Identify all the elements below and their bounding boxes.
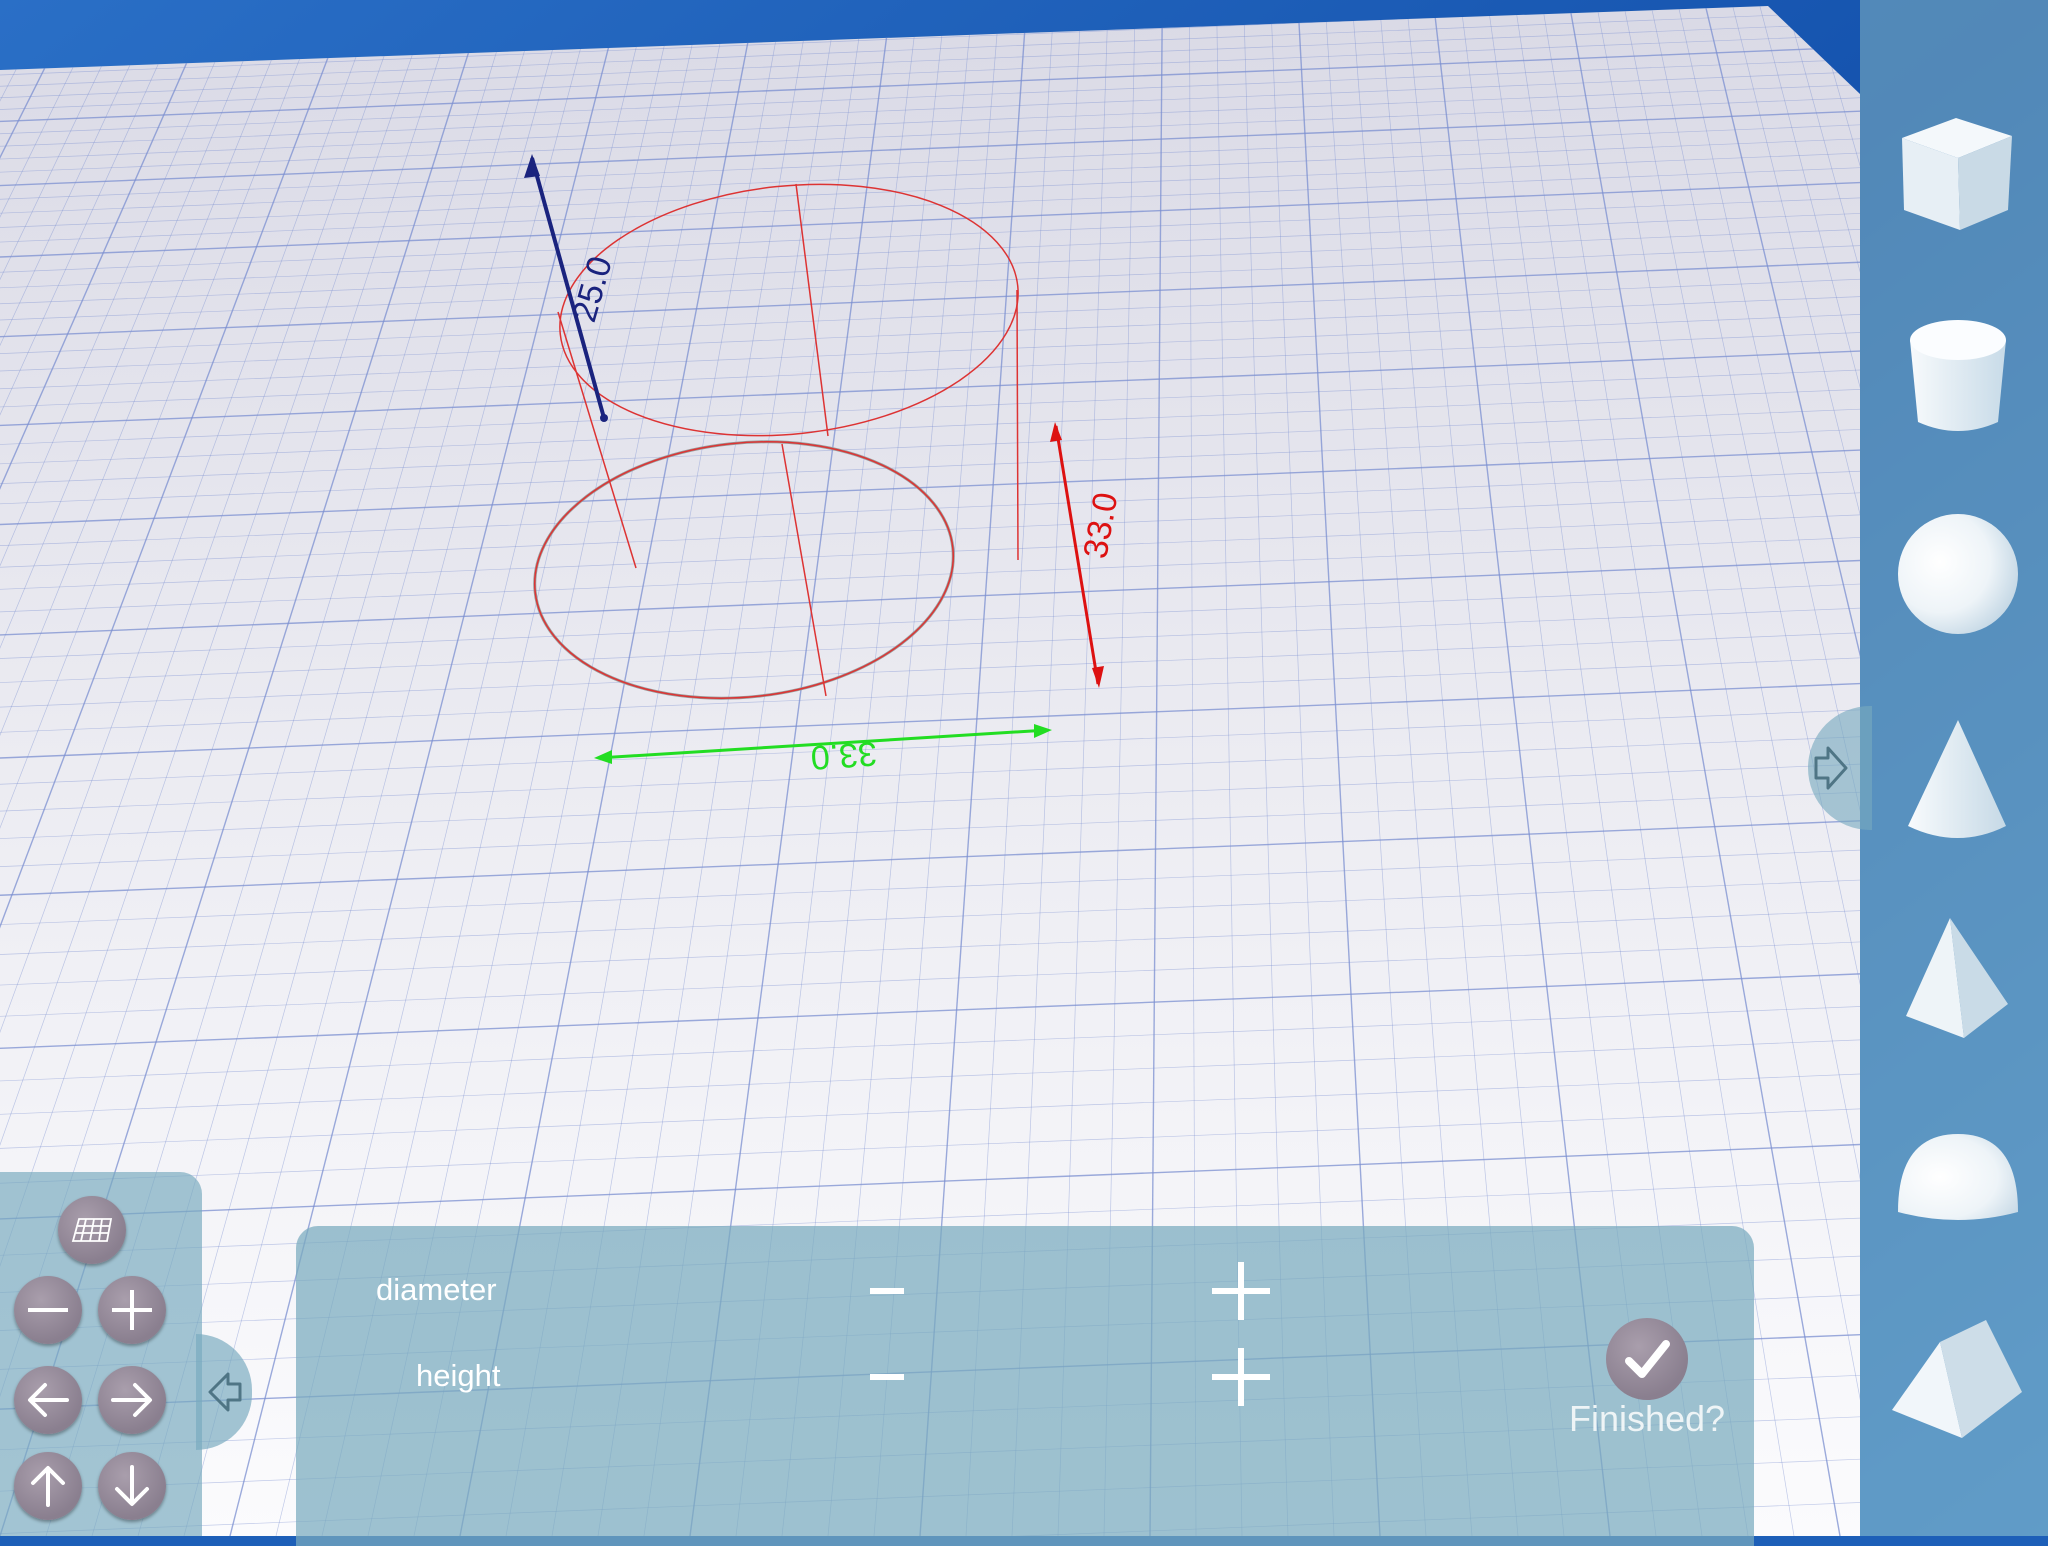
plus-icon — [112, 1290, 152, 1330]
arrow-left-icon — [28, 1383, 69, 1417]
navigation-panel-toggle[interactable] — [196, 1334, 252, 1450]
arrow-up-icon — [31, 1466, 65, 1507]
cylinder-right-side — [1016, 289, 1019, 561]
plus-icon — [1212, 1348, 1270, 1406]
prism-icon — [1892, 1320, 2022, 1438]
zoom-out-button[interactable] — [14, 1276, 82, 1344]
grid-icon — [71, 1218, 113, 1242]
cube-shape-button[interactable] — [1888, 98, 2028, 238]
checkmark-icon — [1625, 1340, 1670, 1378]
shape-palette-toggle[interactable] — [1808, 706, 1872, 830]
grid-toggle-button[interactable] — [58, 1196, 126, 1264]
zoom-in-button[interactable] — [98, 1276, 166, 1344]
arrow-right-icon — [1814, 746, 1848, 790]
pan-left-button[interactable] — [14, 1366, 82, 1434]
hemisphere-icon — [1898, 1134, 2018, 1220]
cylinder-icon — [1910, 320, 2006, 431]
sphere-shape-button[interactable] — [1888, 504, 2028, 644]
minus-icon — [870, 1374, 904, 1380]
plus-icon — [1212, 1262, 1270, 1320]
sphere-icon — [1898, 514, 2018, 634]
width-dimension-label: 33.0 — [809, 734, 878, 777]
height-increase-button[interactable] — [1196, 1332, 1286, 1422]
arrow-right-icon — [111, 1383, 152, 1417]
height-label: height — [416, 1358, 501, 1393]
diameter-decrease-button[interactable] — [842, 1246, 932, 1336]
hemisphere-shape-button[interactable] — [1888, 1120, 2028, 1260]
pan-right-button[interactable] — [98, 1366, 166, 1434]
pan-down-button[interactable] — [98, 1452, 166, 1520]
prism-shape-button[interactable] — [1888, 1314, 2028, 1454]
cone-shape-button[interactable] — [1888, 714, 2028, 854]
pan-up-button[interactable] — [14, 1452, 82, 1520]
diameter-label: diameter — [376, 1272, 497, 1307]
arrow-left-icon — [208, 1372, 242, 1412]
arrow-down-icon — [115, 1465, 149, 1506]
pyramid-shape-button[interactable] — [1888, 914, 2028, 1054]
cylinder-shape-button[interactable] — [1888, 298, 2028, 438]
finished-button[interactable] — [1606, 1318, 1688, 1400]
shape-parameters-panel: diameter height — [296, 1226, 1754, 1546]
diameter-increase-button[interactable] — [1196, 1246, 1286, 1336]
cube-icon — [1902, 118, 2012, 230]
finished-label: Finished? — [1568, 1398, 1726, 1439]
pyramid-icon — [1906, 918, 2008, 1038]
minus-icon — [28, 1308, 68, 1312]
height-decrease-button[interactable] — [842, 1332, 932, 1422]
cone-icon — [1908, 720, 2006, 838]
minus-icon — [870, 1288, 904, 1294]
